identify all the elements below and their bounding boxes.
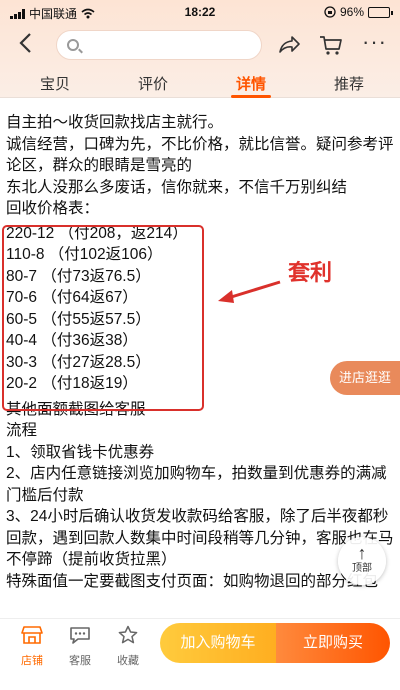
bottom-action-bar: 店铺 客服 收藏 加入购物车 立即购买 bbox=[0, 618, 400, 690]
tab-reviews[interactable]: 评价 bbox=[123, 73, 183, 94]
active-tab-indicator bbox=[231, 95, 271, 98]
intro-line: 自主拍～收货回款找店主就行。 bbox=[6, 114, 224, 131]
tab-recommend[interactable]: 推荐 bbox=[319, 73, 379, 94]
annotation-label: 套利 bbox=[288, 260, 333, 285]
intro-line: 东北人没那么多废话，信你就来，不信千万别纠结 bbox=[6, 178, 348, 196]
visit-store-button[interactable]: 进店逛逛 bbox=[330, 361, 400, 395]
intro-line: 回收价格表： bbox=[6, 200, 100, 217]
cart-button[interactable] bbox=[318, 32, 344, 58]
favorite-button[interactable]: 收藏 bbox=[108, 625, 148, 668]
intro-line: 诚信经营，口碑为先，不比价格，就比信誉。疑问参考评论区，群众的眼睛是雪亮的 bbox=[6, 135, 394, 175]
rotation-lock-icon bbox=[324, 6, 336, 18]
process-line: 1、领取省钱卡优惠券 bbox=[6, 443, 155, 461]
add-to-cart-button[interactable]: 加入购物车 bbox=[160, 623, 276, 663]
store-icon bbox=[21, 626, 43, 644]
more-icon: ··· bbox=[362, 29, 387, 54]
chat-icon bbox=[70, 627, 90, 644]
battery-percent: 96% bbox=[339, 5, 364, 19]
more-button[interactable]: ··· bbox=[362, 29, 388, 58]
search-input[interactable] bbox=[56, 30, 262, 60]
annotation-box bbox=[2, 225, 204, 411]
favorite-label: 收藏 bbox=[117, 655, 139, 667]
chevron-left-icon bbox=[19, 33, 31, 53]
share-button[interactable] bbox=[276, 32, 302, 58]
customer-service-button[interactable]: 客服 bbox=[60, 625, 100, 668]
back-button[interactable] bbox=[16, 30, 42, 60]
tab-item[interactable]: 宝贝 bbox=[25, 73, 85, 94]
star-icon bbox=[118, 625, 138, 644]
annotation-arrow-icon bbox=[218, 280, 281, 303]
bottom-fade bbox=[0, 596, 400, 618]
shop-label: 店铺 bbox=[21, 655, 43, 667]
tab-details[interactable]: 详情 bbox=[221, 73, 281, 94]
back-to-top-button[interactable]: ↑ 顶部 bbox=[338, 537, 386, 585]
battery-icon bbox=[368, 6, 393, 18]
buy-now-button[interactable]: 立即购买 bbox=[276, 623, 390, 663]
cart-icon bbox=[320, 36, 342, 55]
status-right: 96% bbox=[324, 5, 393, 19]
share-icon bbox=[279, 36, 300, 53]
arrow-up-icon: ↑ bbox=[357, 543, 367, 563]
status-bar: 中国联通 18:22 96% bbox=[0, 0, 400, 24]
process-line: 2、店内任意链接浏览加购物车，拍数量到优惠券的满减门槛后付款 bbox=[6, 465, 387, 504]
service-label: 客服 bbox=[69, 655, 91, 667]
process-line: 流程 bbox=[6, 422, 38, 439]
shop-button[interactable]: 店铺 bbox=[12, 625, 52, 668]
nav-bar: ··· bbox=[0, 28, 400, 62]
tab-bar: 宝贝 评价 详情 推荐 bbox=[0, 68, 400, 98]
search-icon bbox=[67, 39, 79, 51]
back-to-top-label: 顶部 bbox=[352, 563, 372, 574]
